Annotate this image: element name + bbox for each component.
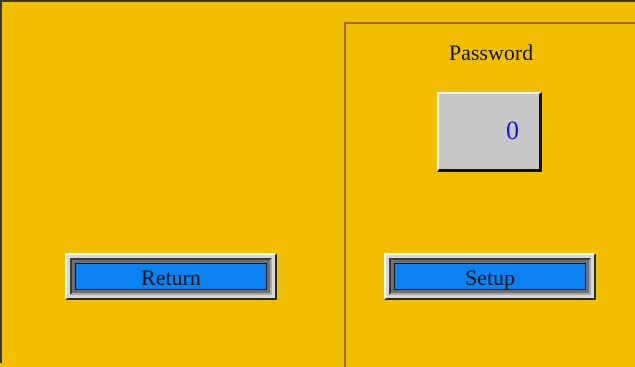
setup-button-label[interactable]: Setup [394,263,586,290]
password-panel [344,22,635,367]
return-button-bevel: Return [70,258,272,295]
return-button[interactable]: Return [65,253,277,300]
frame-left-edge [0,0,2,363]
password-input[interactable]: 0 [437,92,542,172]
password-label: Password [448,40,534,65]
return-button-label[interactable]: Return [75,263,267,290]
setup-button-bevel: Setup [389,258,591,295]
setup-button[interactable]: Setup [384,253,596,300]
frame-top-edge [0,0,635,2]
